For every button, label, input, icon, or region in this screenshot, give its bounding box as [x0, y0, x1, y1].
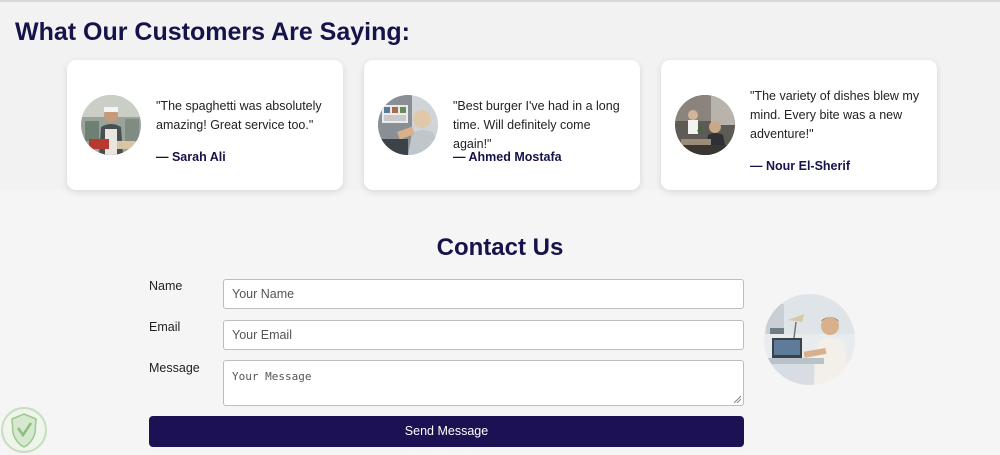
diner-photo-icon [675, 95, 735, 155]
testimonials-title: What Our Customers Are Saying: [15, 18, 410, 46]
customer-photo-icon [378, 95, 438, 155]
name-input[interactable]: Your Name [223, 279, 744, 309]
message-placeholder: Your Message [232, 370, 312, 383]
resize-handle-icon[interactable] [734, 396, 741, 403]
email-input[interactable]: Your Email [223, 320, 744, 350]
testimonial-quote: "Best burger I've had in a long time. Wi… [453, 99, 620, 151]
email-label: Email [149, 320, 181, 334]
contact-title: Contact Us [436, 234, 564, 261]
testimonial-quote: "The variety of dishes blew my mind. Eve… [750, 89, 920, 141]
testimonial-card: "The spaghetti was absolutely amazing! G… [67, 60, 343, 190]
security-shield-icon [0, 406, 48, 454]
testimonial-card: "Best burger I've had in a long time. Wi… [364, 60, 640, 190]
send-message-button[interactable]: Send Message [149, 416, 744, 447]
message-textarea[interactable]: Your Message [223, 360, 744, 406]
testimonial-author: — Sarah Ali [156, 150, 226, 164]
name-label: Name [149, 279, 183, 293]
testimonials-section: What Our Customers Are Saying: "The spag… [0, 2, 1000, 190]
message-label: Message [149, 361, 200, 375]
testimonial-author: — Nour El-Sherif [750, 159, 851, 173]
testimonial-quote: "The spaghetti was absolutely amazing! G… [156, 99, 322, 132]
office-worker-photo-icon [764, 294, 855, 385]
testimonial-author: — Ahmed Mostafa [453, 150, 562, 164]
chef-photo-icon [81, 95, 141, 155]
testimonial-card: "The variety of dishes blew my mind. Eve… [661, 60, 937, 190]
